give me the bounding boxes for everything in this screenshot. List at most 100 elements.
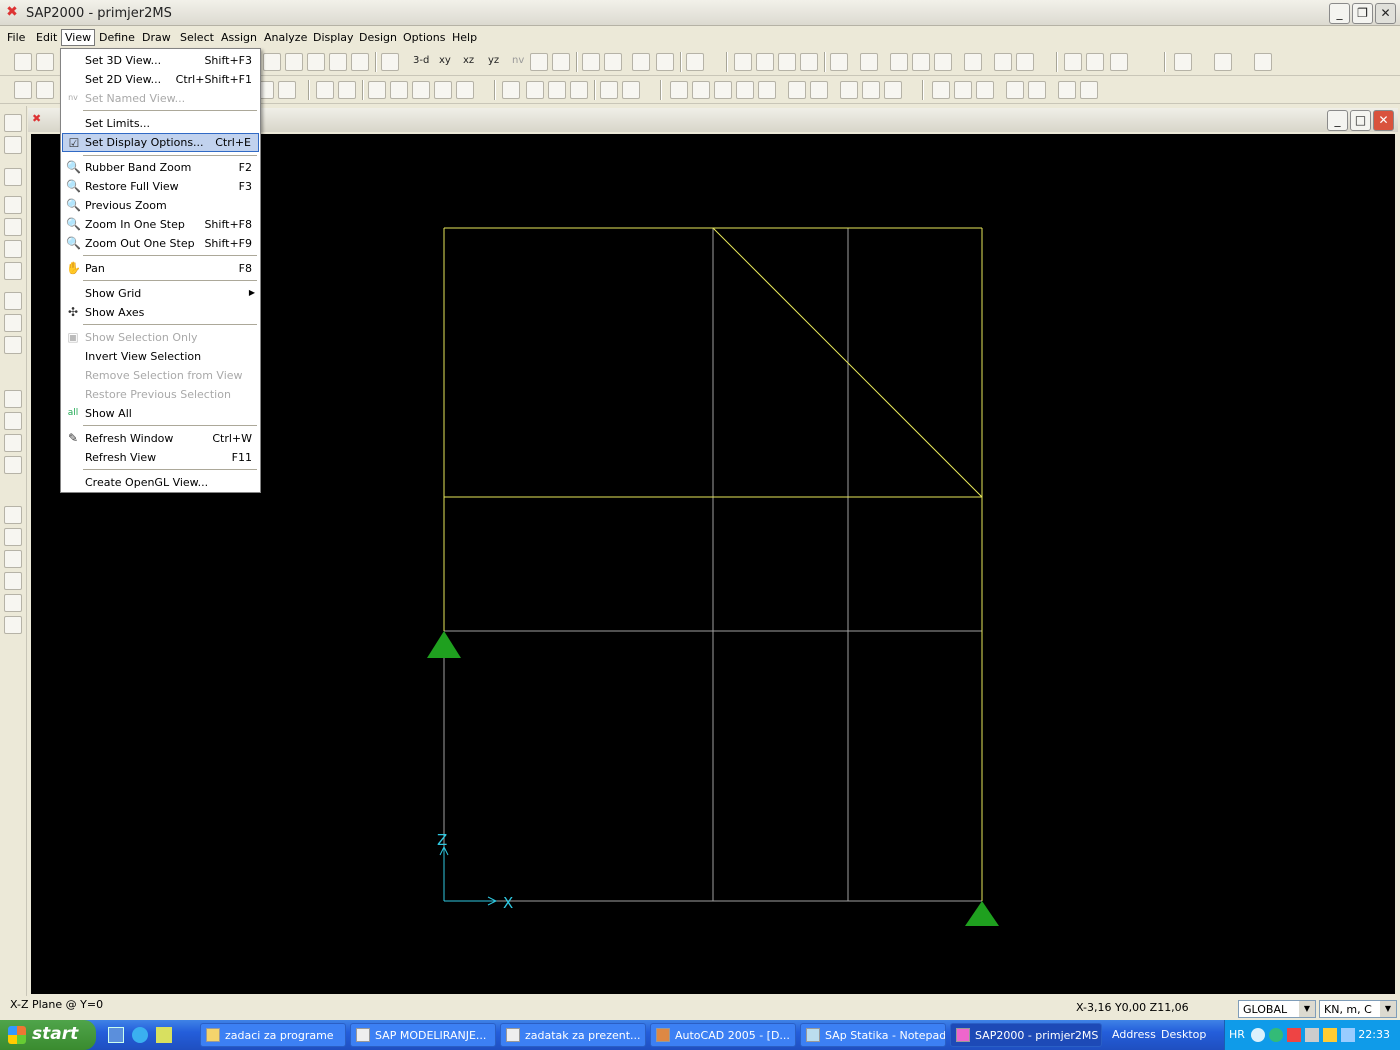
pan-icon[interactable] bbox=[381, 53, 399, 71]
draw-poly-area-icon[interactable] bbox=[4, 292, 22, 310]
desktop-toolbar-label[interactable]: Desktop bbox=[1161, 1028, 1206, 1041]
rotate-icon[interactable] bbox=[530, 53, 548, 71]
draw-line-icon[interactable] bbox=[4, 218, 22, 236]
snap-fine-grid-icon[interactable] bbox=[4, 616, 22, 634]
task-sap2000[interactable]: SAP2000 - primjer2MS bbox=[950, 1023, 1102, 1047]
set-display-icon[interactable] bbox=[656, 53, 674, 71]
task-notepad[interactable]: SAp Statika - Notepad bbox=[800, 1023, 946, 1047]
percent-icon[interactable] bbox=[686, 53, 704, 71]
down-arrow-icon[interactable] bbox=[604, 53, 622, 71]
menu-draw[interactable]: Draw bbox=[142, 31, 171, 44]
menu-item-previous-zoom[interactable]: 🔍 Previous Zoom bbox=[62, 196, 259, 215]
start-button[interactable]: start bbox=[0, 1020, 96, 1050]
open-file-icon[interactable] bbox=[36, 53, 54, 71]
replicate-icon[interactable] bbox=[830, 53, 848, 71]
load-icon[interactable] bbox=[994, 53, 1012, 71]
menu-item-show-all[interactable]: all Show All bbox=[62, 404, 259, 423]
close-button[interactable]: ✕ bbox=[1375, 3, 1396, 24]
table-icon[interactable] bbox=[1214, 53, 1232, 71]
design-icon[interactable] bbox=[1254, 53, 1272, 71]
menu-item-create-opengl-view[interactable]: Create OpenGL View... bbox=[62, 473, 259, 492]
language-indicator[interactable]: HR bbox=[1229, 1028, 1245, 1041]
query-icon[interactable] bbox=[338, 81, 356, 99]
menu-item-remove-selection[interactable]: Remove Selection from View bbox=[62, 366, 259, 385]
mode-shape-icon[interactable] bbox=[1110, 53, 1128, 71]
tool-o-icon[interactable] bbox=[862, 81, 880, 99]
tool-g-icon[interactable] bbox=[670, 81, 688, 99]
network-icon[interactable] bbox=[1269, 1028, 1283, 1042]
menu-edit[interactable]: Edit bbox=[36, 31, 57, 44]
tool-b-icon[interactable] bbox=[526, 81, 544, 99]
menu-item-restore-previous-selection[interactable]: Restore Previous Selection bbox=[62, 385, 259, 404]
tool-q-icon[interactable] bbox=[932, 81, 950, 99]
intersect-select-icon[interactable] bbox=[4, 456, 22, 474]
zoom-full-icon[interactable] bbox=[285, 53, 303, 71]
frame-section-icon[interactable] bbox=[912, 53, 930, 71]
desktop-icon[interactable] bbox=[156, 1027, 172, 1043]
perspective-icon[interactable] bbox=[552, 53, 570, 71]
menu-item-set-limits[interactable]: Set Limits... bbox=[62, 114, 259, 133]
coord-system-select[interactable]: GLOBAL ▼ bbox=[1238, 1000, 1316, 1018]
cut-icon[interactable] bbox=[734, 53, 752, 71]
snap-perpendicular-icon[interactable] bbox=[4, 572, 22, 590]
joint-info-icon[interactable] bbox=[316, 81, 334, 99]
restore-button[interactable]: ❐ bbox=[1352, 3, 1373, 24]
draw-secondary-icon[interactable] bbox=[4, 262, 22, 280]
volume-icon[interactable] bbox=[1323, 1028, 1337, 1042]
release-icon[interactable] bbox=[934, 53, 952, 71]
menu-item-zoom-out[interactable]: 🔍 Zoom Out One Step Shift+F9 bbox=[62, 234, 259, 253]
menu-help[interactable]: Help bbox=[452, 31, 477, 44]
menu-item-show-grid[interactable]: Show Grid ▶ bbox=[62, 284, 259, 303]
paste-icon[interactable] bbox=[778, 53, 796, 71]
tool-r-icon[interactable] bbox=[954, 81, 972, 99]
label-icon[interactable] bbox=[368, 81, 386, 99]
menu-item-restore-full-view[interactable]: 🔍 Restore Full View F3 bbox=[62, 177, 259, 196]
task-folder[interactable]: zadaci za programe bbox=[200, 1023, 346, 1047]
view-3d-button[interactable]: 3-d bbox=[413, 55, 429, 66]
task-word-2[interactable]: zadatak za prezent... bbox=[500, 1023, 646, 1047]
menu-view[interactable]: View bbox=[61, 29, 96, 46]
tool-t-icon[interactable] bbox=[1006, 81, 1024, 99]
draw-quad-area-icon[interactable] bbox=[4, 336, 22, 354]
menu-display[interactable]: Display bbox=[313, 31, 354, 44]
reshape-icon[interactable] bbox=[4, 136, 22, 154]
view-maximize-button[interactable]: □ bbox=[1350, 110, 1371, 131]
snap-point-icon[interactable] bbox=[14, 81, 32, 99]
menu-item-set-named-view[interactable]: nv Set Named View... bbox=[62, 89, 259, 108]
back-icon[interactable] bbox=[1251, 1028, 1265, 1042]
tool-i-icon[interactable] bbox=[714, 81, 732, 99]
menu-define[interactable]: Define bbox=[99, 31, 135, 44]
tool-e-icon[interactable] bbox=[600, 81, 618, 99]
tool-j-icon[interactable] bbox=[736, 81, 754, 99]
snap-midpoint-icon[interactable] bbox=[4, 528, 22, 546]
copy-icon[interactable] bbox=[756, 53, 774, 71]
snap-joints-icon[interactable] bbox=[4, 506, 22, 524]
tool-d-icon[interactable] bbox=[570, 81, 588, 99]
menu-item-refresh-window[interactable]: ✎ Refresh Window Ctrl+W bbox=[62, 429, 259, 448]
new-file-icon[interactable] bbox=[14, 53, 32, 71]
show-ids-icon[interactable] bbox=[412, 81, 430, 99]
units-select[interactable]: KN, m, C ▼ bbox=[1319, 1000, 1397, 1018]
select-all-icon[interactable] bbox=[4, 390, 22, 408]
view-xz-button[interactable]: xz bbox=[463, 55, 474, 66]
zoom-prev-icon[interactable] bbox=[351, 53, 369, 71]
tool-h-icon[interactable] bbox=[692, 81, 710, 99]
menu-item-pan[interactable]: ✋ Pan F8 bbox=[62, 259, 259, 278]
tool-v-icon[interactable] bbox=[1058, 81, 1076, 99]
menu-item-rubber-band-zoom[interactable]: 🔍 Rubber Band Zoom F2 bbox=[62, 158, 259, 177]
snap-perp-icon[interactable] bbox=[278, 81, 296, 99]
menu-item-set-3d-view[interactable]: Set 3D View... Shift+F3 bbox=[62, 51, 259, 70]
snap-intersection-icon[interactable] bbox=[4, 550, 22, 568]
show-ll-icon[interactable] bbox=[456, 81, 474, 99]
snap-line-icon[interactable] bbox=[36, 81, 54, 99]
menu-item-show-selection-only[interactable]: ▣ Show Selection Only bbox=[62, 328, 259, 347]
tool-s-icon[interactable] bbox=[976, 81, 994, 99]
area-icon[interactable] bbox=[964, 53, 982, 71]
assign-icon[interactable] bbox=[890, 53, 908, 71]
device-icon[interactable] bbox=[1341, 1028, 1355, 1042]
menu-options[interactable]: Options bbox=[403, 31, 445, 44]
view-options-icon[interactable] bbox=[632, 53, 650, 71]
load-case-icon[interactable] bbox=[1016, 53, 1034, 71]
tool-p-icon[interactable] bbox=[884, 81, 902, 99]
support-pin[interactable] bbox=[965, 901, 999, 926]
